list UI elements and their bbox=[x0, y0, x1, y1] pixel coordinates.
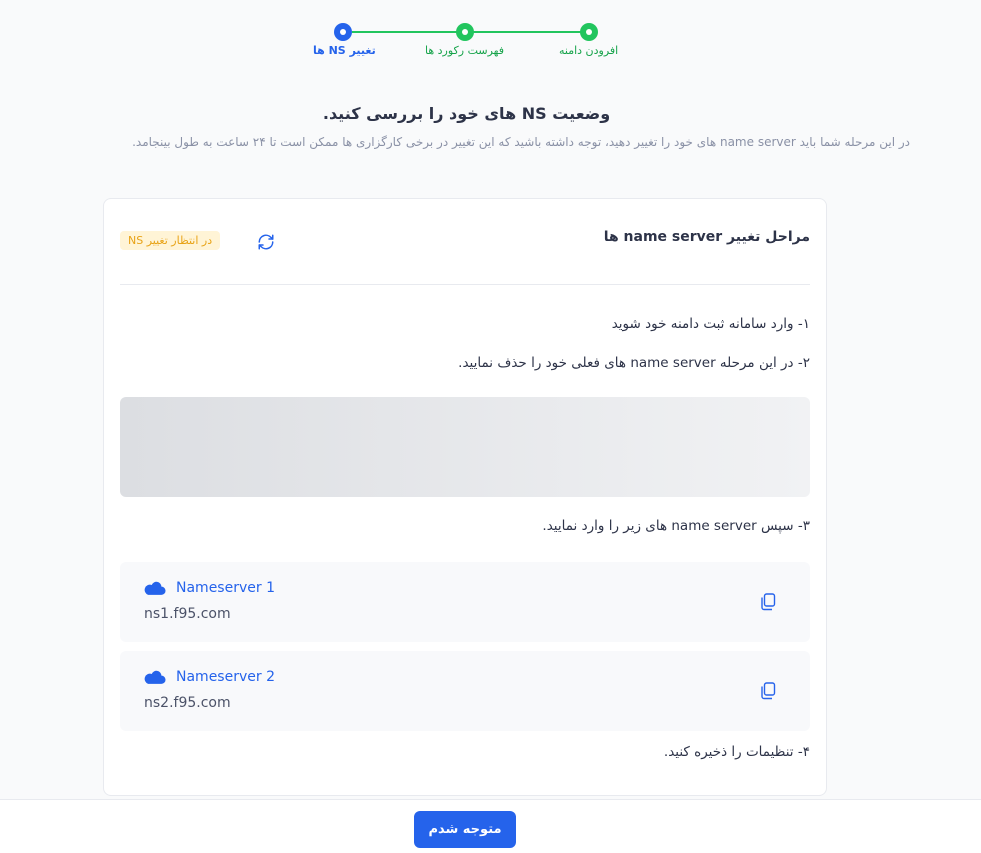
nameserver-title: Nameserver 1 bbox=[176, 580, 275, 596]
footer-bar: متوجه شدم bbox=[0, 799, 981, 853]
page-description: در این مرحله شما باید name server های خو… bbox=[132, 135, 910, 149]
step-dot-record-list bbox=[456, 23, 474, 41]
nameserver-title: Nameserver 2 bbox=[176, 669, 275, 685]
progress-stepper: تغییر NS ها فهرست رکورد ها افرودن دامنه bbox=[0, 22, 981, 72]
copy-icon[interactable] bbox=[760, 682, 776, 700]
copy-icon[interactable] bbox=[760, 593, 776, 611]
ns-instructions-card: مراحل تغییر name server ها در انتظار تغی… bbox=[103, 198, 827, 796]
nameserver-item: Nameserver 1 ns1.f95.com bbox=[120, 562, 810, 642]
nameserver-value: ns2.f95.com bbox=[144, 695, 231, 711]
step-label-record-list: فهرست رکورد ها bbox=[425, 44, 505, 57]
cloud-icon bbox=[144, 581, 166, 595]
nameserver-value: ns1.f95.com bbox=[144, 606, 231, 622]
page-title: وضعیت NS های خود را بررسی کنید. bbox=[322, 104, 611, 123]
divider bbox=[120, 284, 810, 285]
step-label-add-domain: افرودن دامنه bbox=[559, 44, 619, 57]
step-dot-add-domain bbox=[580, 23, 598, 41]
placeholder-image bbox=[120, 397, 810, 497]
instruction-step-1: ۱- وارد سامانه ثبت دامنه خود شوید bbox=[611, 316, 810, 332]
cloud-icon bbox=[144, 670, 166, 684]
nameserver-item: Nameserver 2 ns2.f95.com bbox=[120, 651, 810, 731]
step-label-change-ns: تغییر NS ها bbox=[313, 44, 376, 57]
instruction-step-2: ۲- در این مرحله name server های فعلی خود… bbox=[458, 355, 810, 371]
instruction-step-4: ۴- تنظیمات را ذخیره کنید. bbox=[663, 744, 810, 760]
confirm-button[interactable]: متوجه شدم bbox=[414, 811, 516, 848]
instruction-step-3: ۳- سپس name server های زیر را وارد نمایی… bbox=[542, 518, 810, 534]
step-dot-change-ns bbox=[334, 23, 352, 41]
card-title: مراحل تغییر name server ها bbox=[603, 229, 810, 245]
refresh-icon[interactable] bbox=[257, 233, 275, 251]
status-badge: در انتظار تغییر NS bbox=[120, 231, 221, 250]
page: تغییر NS ها فهرست رکورد ها افرودن دامنه … bbox=[0, 0, 981, 853]
